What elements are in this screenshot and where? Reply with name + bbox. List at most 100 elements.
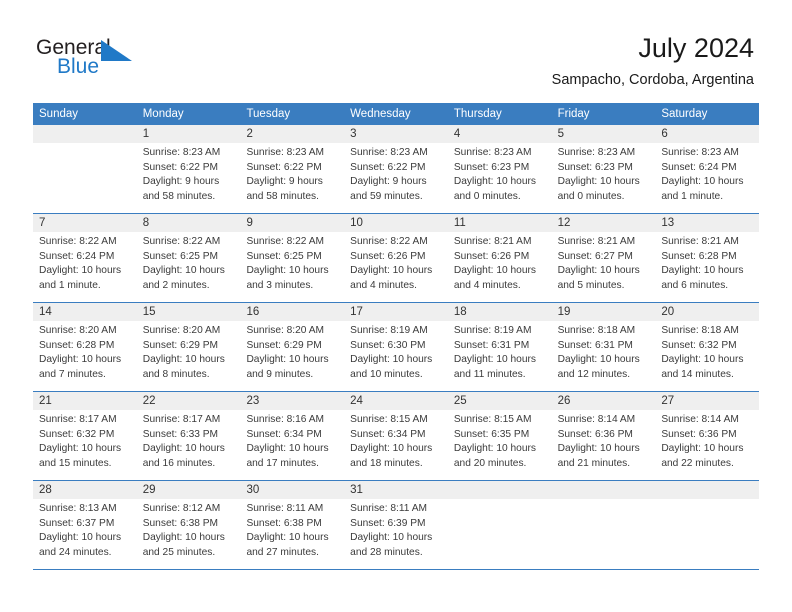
day-cell[interactable]: Sunrise: 8:11 AM Sunset: 6:38 PM Daylight:… [240,499,345,569]
day-number[interactable]: 5 [552,125,656,143]
day-cell[interactable]: Sunrise: 8:21 AM Sunset: 6:28 PM Daylight:… [655,232,760,302]
day-number[interactable]: 22 [137,392,241,410]
day-number[interactable]: 26 [552,392,656,410]
day-cell[interactable]: Sunrise: 8:22 AM Sunset: 6:26 PM Daylight:… [344,232,448,302]
day-cell[interactable]: Sunrise: 8:20 AM Sunset: 6:29 PM Daylight:… [136,321,241,391]
day-cell[interactable]: Sunrise: 8:15 AM Sunset: 6:35 PM Daylight:… [447,410,552,480]
day-info-line: Daylight: 9 hours [142,176,220,188]
day-info-line: and 58 minutes. [142,190,216,202]
day-number[interactable]: 4 [448,125,552,143]
day-info-line: Sunrise: 8:21 AM [557,236,636,247]
day-info-line: and 18 minutes. [350,457,423,469]
day-cell[interactable]: Sunrise: 8:20 AM Sunset: 6:28 PM Daylight:… [33,321,137,391]
day-info-line: Sunset: 6:22 PM [350,161,426,173]
day-number[interactable]: 2 [240,125,344,143]
day-number-empty [655,481,759,499]
day-number[interactable]: 12 [552,214,656,232]
day-info-line: Sunrise: 8:20 AM [246,325,325,336]
day-number[interactable]: 15 [137,303,241,321]
day-info-line: Daylight: 10 hours [246,443,329,455]
day-number[interactable]: 29 [137,481,241,499]
day-number[interactable]: 24 [344,392,448,410]
day-info-line: Sunset: 6:32 PM [39,428,115,440]
day-info-line: Sunrise: 8:22 AM [142,236,221,247]
day-info-line: and 3 minutes. [246,279,314,291]
day-info-line: Daylight: 10 hours [39,443,122,455]
day-number[interactable]: 3 [344,125,448,143]
day-info-line: and 20 minutes. [453,457,527,469]
day-info-line: and 21 minutes. [557,457,631,469]
day-info-line: Sunset: 6:31 PM [453,339,530,351]
day-cell[interactable]: Sunrise: 8:20 AM Sunset: 6:29 PM Daylight:… [240,321,345,391]
day-info-line: and 16 minutes. [142,457,216,469]
day-cell[interactable]: Sunrise: 8:11 AM Sunset: 6:39 PM Daylight:… [344,499,448,569]
day-cell[interactable]: Sunrise: 8:18 AM Sunset: 6:32 PM Daylight:… [655,321,760,391]
day-number[interactable]: 20 [655,303,759,321]
day-info-line: Daylight: 10 hours [453,176,536,188]
day-number[interactable]: 21 [33,392,137,410]
day-detail-row: Sunrise: 8:17 AM Sunset: 6:32 PM Daylight:… [33,410,760,480]
day-number[interactable]: 8 [137,214,241,232]
day-info-line: Sunset: 6:25 PM [246,250,322,262]
day-info-line: Sunset: 6:38 PM [142,517,219,529]
day-cell[interactable]: Sunrise: 8:23 AM Sunset: 6:23 PM Daylight:… [447,143,552,213]
day-info-line: and 17 minutes. [246,457,319,469]
day-info-line: Sunrise: 8:17 AM [142,414,221,425]
day-number[interactable]: 18 [448,303,552,321]
day-cell[interactable]: Sunrise: 8:14 AM Sunset: 6:36 PM Daylight:… [551,410,656,480]
day-info-line: Daylight: 10 hours [39,532,122,544]
day-number[interactable]: 28 [33,481,137,499]
day-info-line: Daylight: 9 hours [350,176,427,188]
day-info-line: Sunrise: 8:18 AM [557,325,636,336]
day-number[interactable]: 30 [240,481,344,499]
day-number[interactable]: 16 [240,303,344,321]
day-cell[interactable]: Sunrise: 8:14 AM Sunset: 6:36 PM Daylight:… [655,410,760,480]
day-info-line: and 2 minutes. [142,279,210,291]
day-cell[interactable]: Sunrise: 8:22 AM Sunset: 6:25 PM Daylight:… [136,232,241,302]
day-cell[interactable]: Sunrise: 8:21 AM Sunset: 6:26 PM Daylight:… [447,232,552,302]
day-cell[interactable]: Sunrise: 8:18 AM Sunset: 6:31 PM Daylight:… [551,321,656,391]
day-info-line: and 24 minutes. [39,546,112,558]
day-number[interactable]: 11 [448,214,552,232]
day-number[interactable]: 13 [655,214,759,232]
calendar-week-row: 7 8 9 10 11 12 13 Sunrise: 8:22 AM Sunset: 6:24 … [33,214,760,303]
day-number[interactable]: 6 [655,125,759,143]
day-info-line: Sunset: 6:33 PM [142,428,219,440]
day-number[interactable]: 25 [448,392,552,410]
day-info-line: Sunset: 6:22 PM [142,161,219,173]
day-cell[interactable]: Sunrise: 8:23 AM Sunset: 6:22 PM Daylight:… [240,143,345,213]
day-number[interactable]: 27 [655,392,759,410]
day-number[interactable]: 14 [33,303,137,321]
day-cell[interactable]: Sunrise: 8:13 AM Sunset: 6:37 PM Daylight:… [33,499,137,569]
day-cell[interactable]: Sunrise: 8:23 AM Sunset: 6:23 PM Daylight:… [551,143,656,213]
day-cell[interactable]: Sunrise: 8:21 AM Sunset: 6:27 PM Daylight:… [551,232,656,302]
day-info-line: Daylight: 10 hours [453,354,536,366]
day-number[interactable]: 31 [344,481,448,499]
day-cell[interactable]: Sunrise: 8:17 AM Sunset: 6:32 PM Daylight:… [33,410,137,480]
day-cell[interactable]: Sunrise: 8:22 AM Sunset: 6:25 PM Daylight:… [240,232,345,302]
day-info-line: and 7 minutes. [39,368,106,380]
day-cell[interactable]: Sunrise: 8:19 AM Sunset: 6:31 PM Daylight:… [447,321,552,391]
calendar-grid: Sunday Monday Tuesday Wednesday Thursday Frid… [33,103,760,570]
day-number[interactable]: 9 [240,214,344,232]
day-cell[interactable]: Sunrise: 8:22 AM Sunset: 6:24 PM Daylight:… [33,232,137,302]
day-cell[interactable]: Sunrise: 8:19 AM Sunset: 6:30 PM Daylight:… [344,321,448,391]
day-cell[interactable]: Sunrise: 8:23 AM Sunset: 6:22 PM Daylight:… [136,143,241,213]
day-number[interactable]: 19 [552,303,656,321]
day-cell[interactable]: Sunrise: 8:12 AM Sunset: 6:38 PM Daylight:… [136,499,241,569]
day-cell[interactable]: Sunrise: 8:15 AM Sunset: 6:34 PM Daylight:… [344,410,448,480]
day-cell[interactable]: Sunrise: 8:17 AM Sunset: 6:33 PM Daylight:… [136,410,241,480]
day-number[interactable]: 23 [240,392,344,410]
title-block: July 2024 Sampacho, Cordoba, Argentina [552,32,754,90]
day-cell[interactable]: Sunrise: 8:23 AM Sunset: 6:24 PM Daylight:… [655,143,760,213]
day-info-line: Daylight: 10 hours [557,176,640,188]
day-info-line: Sunset: 6:39 PM [350,517,426,529]
day-cell[interactable]: Sunrise: 8:23 AM Sunset: 6:22 PM Daylight:… [344,143,448,213]
day-number[interactable]: 1 [137,125,241,143]
day-cell[interactable]: Sunrise: 8:16 AM Sunset: 6:34 PM Daylight:… [240,410,345,480]
day-number[interactable]: 17 [344,303,448,321]
day-info-line: Sunrise: 8:20 AM [142,325,221,336]
day-number[interactable]: 10 [344,214,448,232]
day-number[interactable]: 7 [33,214,137,232]
day-info-line: and 4 minutes. [350,279,417,291]
